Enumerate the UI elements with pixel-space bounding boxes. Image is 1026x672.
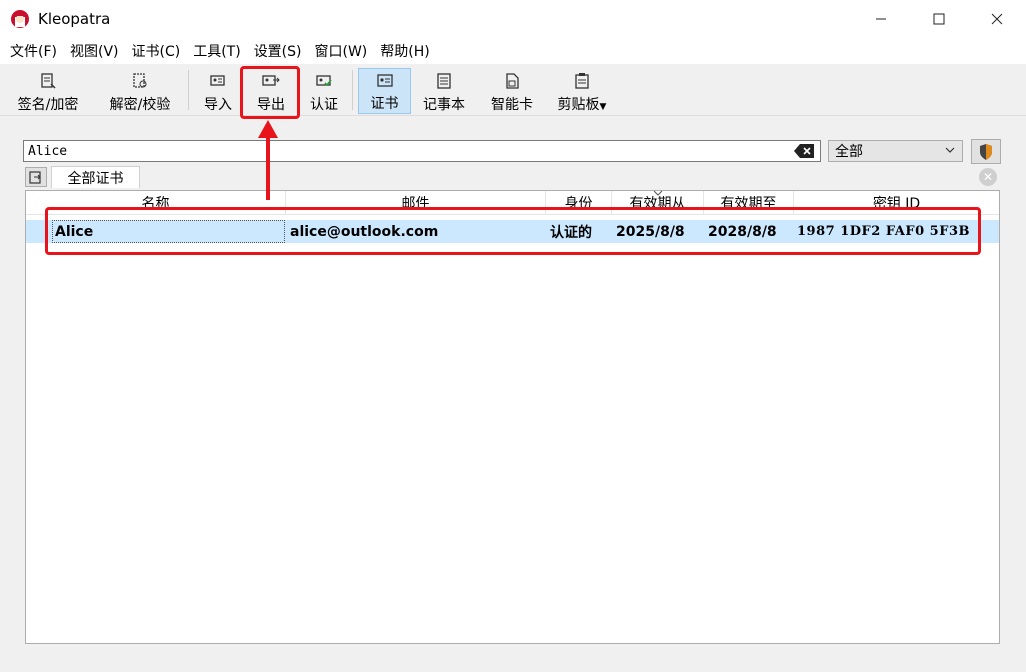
annotation-arrow-icon bbox=[258, 120, 278, 200]
close-window-button[interactable] bbox=[968, 0, 1026, 38]
certificates-icon bbox=[375, 72, 395, 90]
certificate-details-button[interactable] bbox=[971, 139, 1001, 164]
menu-view[interactable]: 视图(V) bbox=[64, 41, 125, 61]
menu-settings[interactable]: 设置(S) bbox=[248, 41, 308, 61]
menu-window[interactable]: 窗口(W) bbox=[309, 41, 374, 61]
title-bar: Kleopatra bbox=[0, 0, 1026, 38]
clipboard-icon bbox=[572, 71, 592, 91]
toolbar-separator bbox=[352, 70, 353, 110]
decrypt-verify-button[interactable]: 解密/校验 bbox=[102, 68, 178, 114]
filter-dropdown[interactable]: 全部 bbox=[828, 140, 963, 162]
notepad-button[interactable]: 记事本 bbox=[418, 68, 470, 114]
close-tab-icon[interactable]: ✕ bbox=[979, 168, 997, 186]
sort-arrow-icon bbox=[653, 188, 663, 199]
menu-certificates[interactable]: 证书(C) bbox=[126, 41, 187, 61]
search-input[interactable] bbox=[23, 140, 821, 162]
certificate-shield-icon bbox=[980, 143, 992, 160]
menu-bar: 文件(F) 视图(V) 证书(C) 工具(T) 设置(S) 窗口(W) 帮助(H… bbox=[0, 38, 1026, 64]
menu-file[interactable]: 文件(F) bbox=[4, 41, 63, 61]
sign-encrypt-icon bbox=[38, 71, 58, 91]
window-title: Kleopatra bbox=[38, 10, 111, 28]
certificate-table: 名称 邮件 身份 有效期从 有效期至 密钥 ID Alice alice@out… bbox=[25, 190, 1000, 644]
new-tab-icon bbox=[29, 171, 41, 184]
smartcard-icon bbox=[502, 71, 522, 91]
clear-search-icon[interactable] bbox=[793, 143, 815, 159]
import-button[interactable]: 导入 bbox=[199, 68, 237, 114]
menu-tools[interactable]: 工具(T) bbox=[187, 41, 246, 61]
chevron-down-icon bbox=[944, 144, 956, 160]
new-tab-button[interactable] bbox=[25, 167, 47, 187]
maximize-button[interactable] bbox=[910, 0, 968, 38]
minimize-button[interactable] bbox=[852, 0, 910, 38]
toolbar-separator bbox=[188, 70, 189, 110]
import-icon bbox=[208, 71, 228, 91]
tab-all-certificates[interactable]: 全部证书 bbox=[51, 166, 140, 188]
notepad-icon bbox=[434, 71, 454, 91]
smartcard-button[interactable]: 智能卡 bbox=[486, 68, 538, 114]
certify-icon bbox=[314, 71, 334, 91]
sign-encrypt-button[interactable]: 签名/加密 bbox=[10, 68, 86, 114]
certify-button[interactable]: 认证 bbox=[305, 68, 343, 114]
kleopatra-logo-icon bbox=[10, 9, 30, 29]
decrypt-verify-icon bbox=[130, 71, 150, 91]
dropdown-arrow-icon: ▼ bbox=[599, 102, 607, 112]
certificates-button[interactable]: 证书 bbox=[358, 68, 411, 114]
menu-help[interactable]: 帮助(H) bbox=[374, 41, 435, 61]
filter-value: 全部 bbox=[835, 144, 863, 160]
main-toolbar: 签名/加密 解密/校验 导入 导出 认证 证书 记事本 智能卡 剪贴板▼ bbox=[0, 64, 1026, 116]
export-highlight-box bbox=[240, 66, 300, 119]
row-highlight-box bbox=[45, 207, 981, 255]
clipboard-button[interactable]: 剪贴板▼ bbox=[554, 68, 610, 114]
